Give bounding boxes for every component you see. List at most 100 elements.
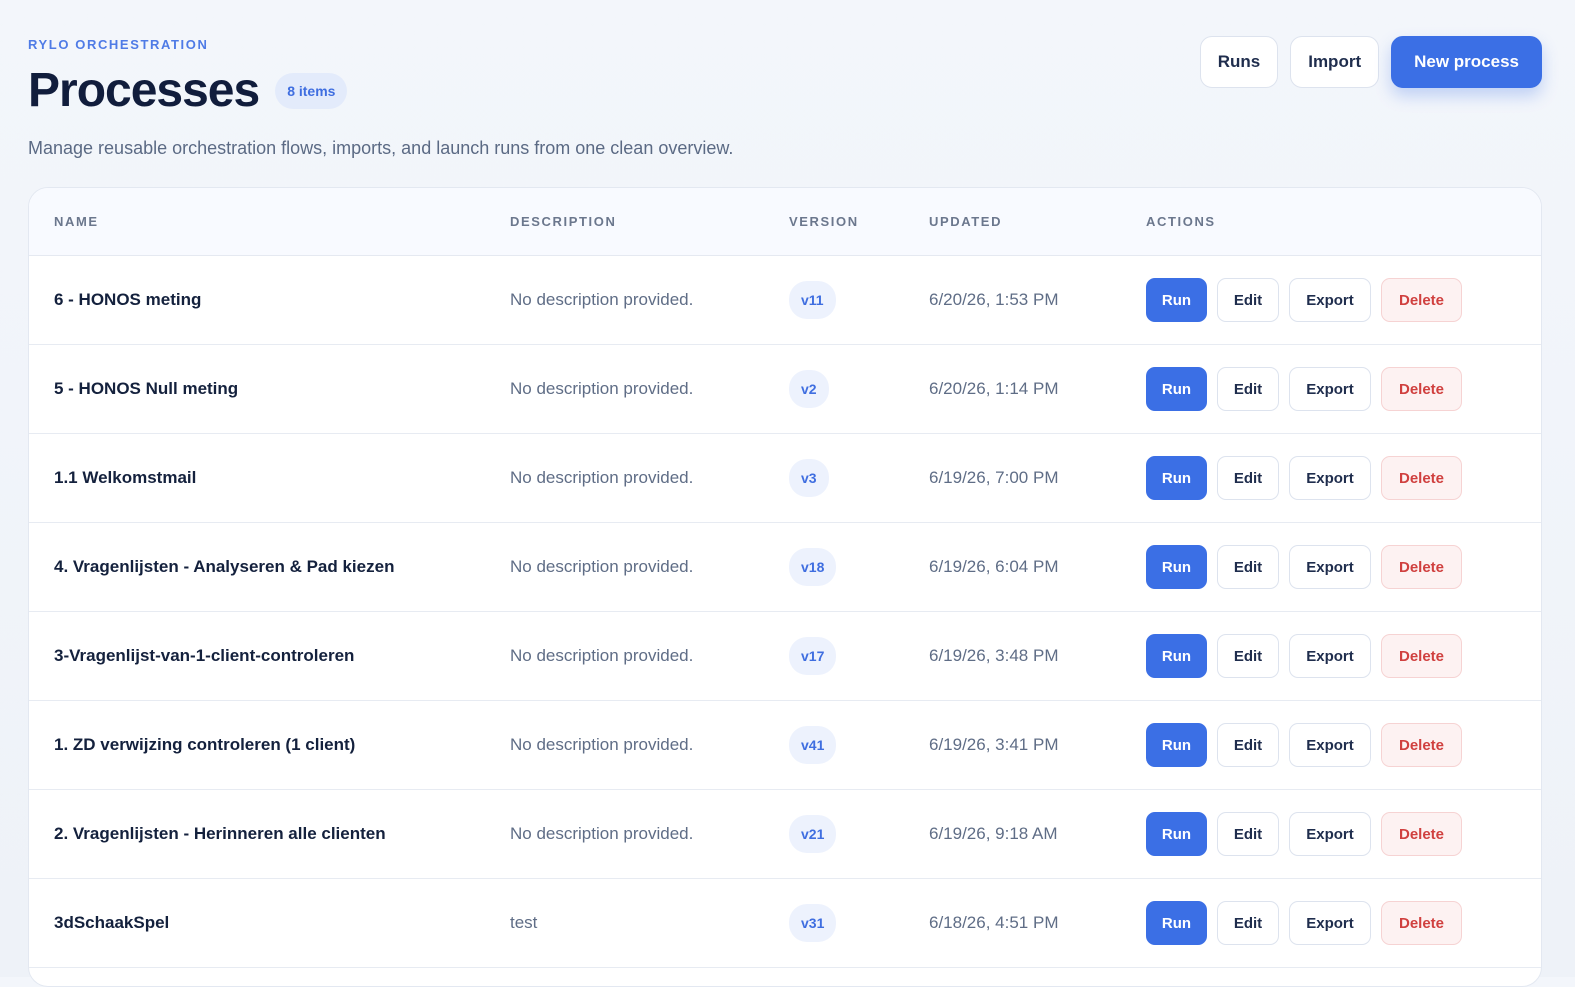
processes-table: NAME DESCRIPTION VERSION UPDATED ACTIONS… — [28, 187, 1542, 987]
export-button[interactable]: Export — [1289, 545, 1371, 589]
export-button[interactable]: Export — [1289, 456, 1371, 500]
updated-date: 6/20/26, 1:53 PM — [929, 290, 1059, 309]
process-description: No description provided. — [510, 468, 694, 487]
edit-button[interactable]: Edit — [1217, 634, 1279, 678]
version-cell: v21 — [789, 790, 837, 878]
row-actions: Run Edit Export Delete — [1146, 879, 1462, 967]
version-badge: v2 — [789, 370, 829, 408]
run-button[interactable]: Run — [1146, 278, 1207, 322]
export-button[interactable]: Export — [1289, 812, 1371, 856]
updated-date: 6/20/26, 1:14 PM — [929, 379, 1059, 398]
table-row: 6 - HONOS meting No description provided… — [29, 256, 1541, 345]
row-actions: Run Edit Export Delete — [1146, 701, 1462, 789]
process-description: No description provided. — [510, 290, 694, 309]
export-button[interactable]: Export — [1289, 901, 1371, 945]
table-row: 3-Vragenlijst-van-1-client-controleren N… — [29, 612, 1541, 701]
version-badge: v18 — [789, 548, 837, 586]
process-description: test — [510, 913, 538, 932]
runs-button[interactable]: Runs — [1199, 36, 1279, 88]
export-button[interactable]: Export — [1289, 278, 1371, 322]
version-cell: v11 — [789, 256, 836, 344]
page-title: Processes — [28, 64, 260, 117]
row-actions: Run Edit Export Delete — [1146, 790, 1462, 878]
version-badge: v41 — [789, 726, 837, 764]
column-header-actions: ACTIONS — [1146, 214, 1216, 229]
new-process-button[interactable]: New process — [1391, 36, 1542, 88]
updated-date: 6/19/26, 3:41 PM — [929, 735, 1059, 754]
process-name: 3dSchaakSpel — [54, 913, 170, 932]
delete-button[interactable]: Delete — [1381, 901, 1462, 945]
header-actions: Runs Import New process — [1199, 36, 1542, 88]
version-badge: v17 — [789, 637, 837, 675]
run-button[interactable]: Run — [1146, 367, 1207, 411]
row-actions: Run Edit Export Delete — [1146, 523, 1462, 611]
export-button[interactable]: Export — [1289, 723, 1371, 767]
run-button[interactable]: Run — [1146, 634, 1207, 678]
version-cell: v41 — [789, 701, 837, 789]
page-header: RYLO ORCHESTRATION Processes 8 items Man… — [28, 36, 1542, 166]
process-name: 1.1 Welkomstmail — [54, 468, 197, 487]
table-header: NAME DESCRIPTION VERSION UPDATED ACTIONS — [29, 188, 1541, 256]
process-name: 5 - HONOS Null meting — [54, 379, 239, 398]
process-description: No description provided. — [510, 824, 694, 843]
edit-button[interactable]: Edit — [1217, 456, 1279, 500]
export-button[interactable]: Export — [1289, 367, 1371, 411]
updated-date: 6/19/26, 9:18 AM — [929, 824, 1058, 843]
table-row: 1.1 Welkomstmail No description provided… — [29, 434, 1541, 523]
delete-button[interactable]: Delete — [1381, 634, 1462, 678]
edit-button[interactable]: Edit — [1217, 812, 1279, 856]
edit-button[interactable]: Edit — [1217, 278, 1279, 322]
table-row: 1. ZD verwijzing controleren (1 client) … — [29, 701, 1541, 790]
process-name: 2. Vragenlijsten - Herinneren alle clien… — [54, 824, 386, 843]
version-badge: v3 — [789, 459, 829, 497]
table-row: 5 - HONOS Null meting No description pro… — [29, 345, 1541, 434]
row-actions: Run Edit Export Delete — [1146, 256, 1462, 344]
process-name: 1. ZD verwijzing controleren (1 client) — [54, 735, 356, 754]
page-subtitle: Manage reusable orchestration flows, imp… — [28, 138, 734, 158]
export-button[interactable]: Export — [1289, 634, 1371, 678]
column-header-name: NAME — [54, 214, 99, 229]
row-actions: Run Edit Export Delete — [1146, 612, 1462, 700]
table-row: 3dSchaakSpel test v31 6/18/26, 4:51 PM R… — [29, 879, 1541, 968]
version-cell: v2 — [789, 345, 829, 433]
delete-button[interactable]: Delete — [1381, 545, 1462, 589]
delete-button[interactable]: Delete — [1381, 278, 1462, 322]
updated-date: 6/18/26, 4:51 PM — [929, 913, 1059, 932]
column-header-version: VERSION — [789, 214, 859, 229]
column-header-updated: UPDATED — [929, 214, 1003, 229]
table-row: 2. Vragenlijsten - Herinneren alle clien… — [29, 790, 1541, 879]
version-cell: v3 — [789, 434, 829, 522]
updated-date: 6/19/26, 7:00 PM — [929, 468, 1059, 487]
edit-button[interactable]: Edit — [1217, 901, 1279, 945]
delete-button[interactable]: Delete — [1381, 812, 1462, 856]
run-button[interactable]: Run — [1146, 812, 1207, 856]
delete-button[interactable]: Delete — [1381, 367, 1462, 411]
import-button[interactable]: Import — [1290, 36, 1380, 88]
row-actions: Run Edit Export Delete — [1146, 434, 1462, 522]
edit-button[interactable]: Edit — [1217, 367, 1279, 411]
process-name: 4. Vragenlijsten - Analyseren & Pad kiez… — [54, 557, 395, 576]
table-body: 6 - HONOS meting No description provided… — [29, 256, 1541, 968]
updated-date: 6/19/26, 6:04 PM — [929, 557, 1059, 576]
process-description: No description provided. — [510, 379, 694, 398]
updated-date: 6/19/26, 3:48 PM — [929, 646, 1059, 665]
delete-button[interactable]: Delete — [1381, 456, 1462, 500]
run-button[interactable]: Run — [1146, 901, 1207, 945]
version-badge: v31 — [789, 904, 837, 942]
edit-button[interactable]: Edit — [1217, 723, 1279, 767]
version-badge: v11 — [789, 281, 836, 319]
process-name: 3-Vragenlijst-van-1-client-controleren — [54, 646, 355, 665]
version-cell: v18 — [789, 523, 837, 611]
run-button[interactable]: Run — [1146, 723, 1207, 767]
run-button[interactable]: Run — [1146, 456, 1207, 500]
process-description: No description provided. — [510, 557, 694, 576]
item-count-badge: 8 items — [275, 73, 348, 109]
delete-button[interactable]: Delete — [1381, 723, 1462, 767]
version-cell: v17 — [789, 612, 837, 700]
column-header-description: DESCRIPTION — [510, 214, 617, 229]
edit-button[interactable]: Edit — [1217, 545, 1279, 589]
row-actions: Run Edit Export Delete — [1146, 345, 1462, 433]
process-name: 6 - HONOS meting — [54, 290, 202, 309]
run-button[interactable]: Run — [1146, 545, 1207, 589]
process-description: No description provided. — [510, 735, 694, 754]
